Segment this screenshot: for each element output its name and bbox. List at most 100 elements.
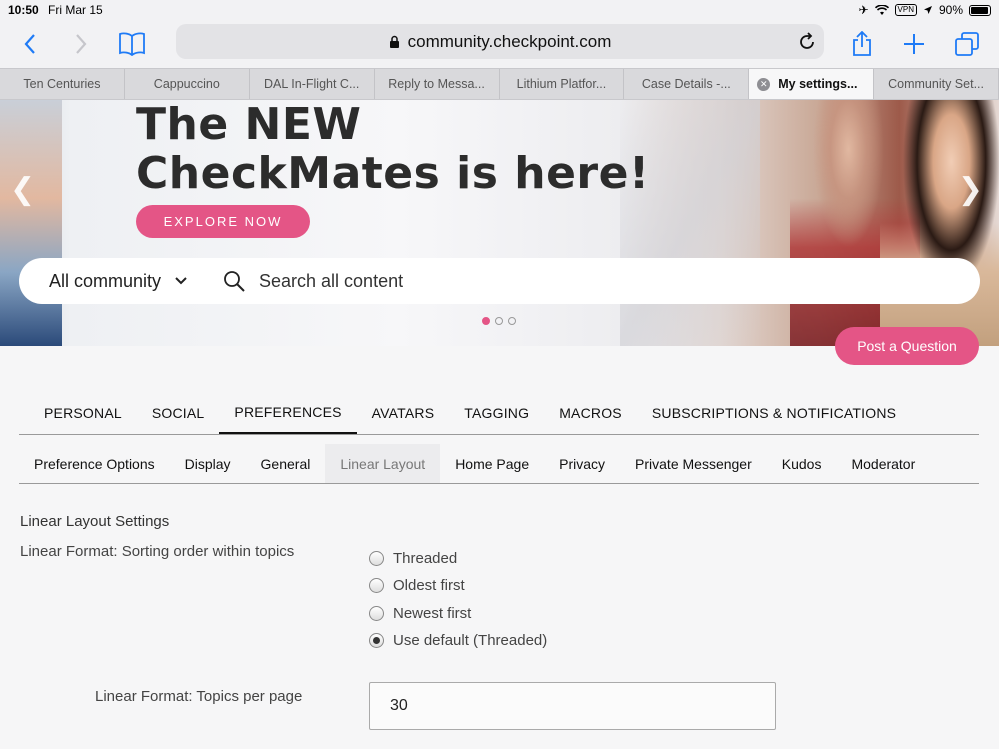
search-input[interactable]: Search all content [259,271,403,292]
carousel-dot[interactable] [482,317,490,325]
browser-tab-label: Community Set... [888,77,984,91]
carousel-dot[interactable] [495,317,503,325]
browser-tab[interactable]: Ten Centuries [0,69,125,99]
tabs-overview-button[interactable] [949,26,985,62]
browser-tab-label: My settings... [778,77,858,91]
carousel-prev-icon[interactable]: ❮ [10,172,35,207]
close-tab-icon[interactable]: ✕ [757,77,771,91]
status-icons: ✈ VPN 90% [858,3,991,17]
browser-tab[interactable]: Reply to Messa... [375,69,500,99]
browser-tab[interactable]: Community Set... [874,69,999,99]
sort-order-label: Linear Format: Sorting order within topi… [20,543,295,560]
radio-option-newest-first[interactable]: Newest first [369,600,547,627]
tab-preferences[interactable]: PREFERENCES [219,392,357,434]
plus-icon [904,34,924,54]
radio-label: Threaded [393,550,458,568]
chevron-left-icon [24,34,35,54]
address-bar[interactable]: community.checkpoint.com [176,24,824,59]
search-icon[interactable] [223,270,245,292]
tab-macros[interactable]: MACROS [544,392,637,434]
browser-tab-label: Reply to Messa... [388,77,485,91]
airplane-icon: ✈ [858,3,869,17]
tab-avatars[interactable]: AVATARS [357,392,450,434]
browser-tab[interactable]: Case Details -... [624,69,750,99]
browser-tab[interactable]: Cappuccino [125,69,250,99]
browser-tab-strip: Ten Centuries Cappuccino DAL In-Flight C… [0,68,999,100]
radio-button-selected[interactable] [369,633,384,649]
subtab-preference-options[interactable]: Preference Options [19,444,170,483]
browser-tab-label: DAL In-Flight C... [263,77,360,91]
subtab-moderator[interactable]: Moderator [836,444,930,483]
settings-tabs: PERSONAL SOCIAL PREFERENCES AVATARS TAGG… [19,392,979,435]
radio-button[interactable] [369,605,384,621]
tab-social[interactable]: SOCIAL [137,392,220,434]
topics-per-page-field[interactable]: 30 [369,682,776,730]
explore-now-button[interactable]: EXPLORE NOW [136,205,310,238]
subtab-linear-layout[interactable]: Linear Layout [325,444,441,483]
status-bar: 10:50 Fri Mar 15 ✈ VPN 90% [0,0,999,20]
radio-label: Newest first [393,604,472,622]
browser-tab-label: Case Details -... [641,77,731,91]
wifi-icon [874,4,889,15]
subtab-private-messenger[interactable]: Private Messenger [620,444,767,483]
preference-subtabs: Preference Options Display General Linea… [19,444,979,484]
status-date: Fri Mar 15 [48,3,103,17]
lock-icon [389,35,399,48]
radio-button[interactable] [369,578,384,594]
location-icon [923,6,932,14]
battery-percent: 90% [938,3,963,17]
radio-option-oldest-first[interactable]: Oldest first [369,572,547,599]
search-bar: All community Search all content [19,258,980,304]
topics-per-page-label: Linear Format: Topics per page [95,688,303,705]
tab-subscriptions[interactable]: SUBSCRIPTIONS & NOTIFICATIONS [637,392,911,434]
hero-headline-line1: The NEW [136,100,362,150]
share-icon [853,31,871,56]
subtab-display[interactable]: Display [170,444,246,483]
url-text: community.checkpoint.com [407,31,612,51]
vpn-badge: VPN [894,4,917,16]
subtab-privacy[interactable]: Privacy [544,444,620,483]
browser-toolbar: community.checkpoint.com [0,20,999,68]
scope-dropdown[interactable]: All community [49,271,221,292]
carousel-dot[interactable] [508,317,516,325]
radio-option-threaded[interactable]: Threaded [369,545,547,572]
radio-label: Oldest first [393,577,465,595]
carousel-next-icon[interactable]: ❯ [958,172,983,207]
radio-label: Use default (Threaded) [393,632,548,650]
scope-label: All community [49,270,162,291]
post-question-button[interactable]: Post a Question [835,327,979,365]
subtab-home-page[interactable]: Home Page [440,444,544,483]
hero-headline: The NEW CheckMates is here! [136,100,650,198]
hero-photo-person [880,100,999,346]
hero-photo-left [0,100,62,346]
browser-tab-label: Ten Centuries [23,77,101,91]
browser-tab[interactable]: DAL In-Flight C... [250,69,375,99]
carousel-dots [482,317,516,325]
status-time: 10:50 [8,3,39,17]
browser-tab-label: Lithium Platfor... [516,77,607,91]
new-tab-button[interactable] [896,26,932,62]
tab-tagging[interactable]: TAGGING [449,392,544,434]
sort-order-options: Threaded Oldest first Newest first Use d… [369,545,547,654]
tab-personal[interactable]: PERSONAL [19,392,137,434]
bookmarks-button[interactable] [114,26,150,62]
browser-tab-label: Cappuccino [153,77,220,91]
chevron-down-icon [175,277,187,285]
hero-banner: ❮ ❯ The NEW CheckMates is here! EXPLORE N… [0,100,999,346]
hero-headline-line2: CheckMates is here! [136,148,650,199]
browser-tab-active[interactable]: ✕ My settings... [749,69,875,99]
book-icon [119,32,145,56]
back-button[interactable] [12,26,48,62]
battery-icon [969,4,991,16]
browser-tab[interactable]: Lithium Platfor... [500,69,625,99]
section-title: Linear Layout Settings [20,513,170,530]
forward-button[interactable] [63,26,99,62]
share-button[interactable] [844,26,880,62]
chevron-right-icon [76,34,87,54]
subtab-general[interactable]: General [246,444,326,483]
subtab-kudos[interactable]: Kudos [767,444,837,483]
radio-button[interactable] [369,551,384,567]
tabs-icon [955,32,979,56]
radio-option-use-default[interactable]: Use default (Threaded) [369,627,547,654]
reload-icon[interactable] [798,31,816,51]
